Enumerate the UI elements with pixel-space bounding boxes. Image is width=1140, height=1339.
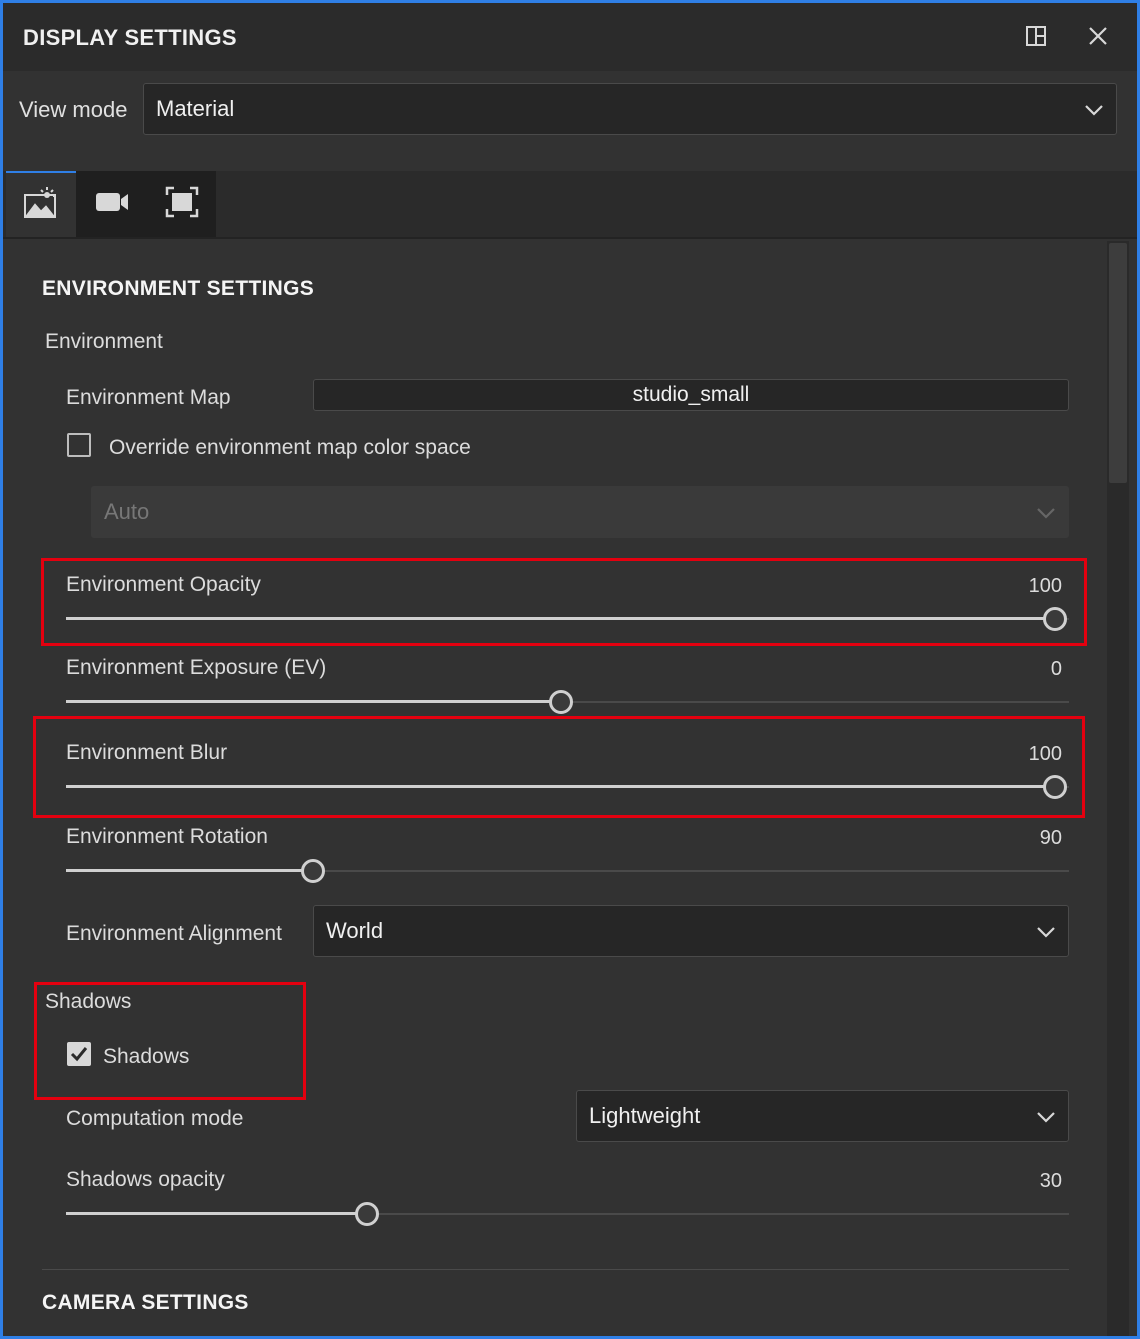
slider-label-blur: Environment Blur — [66, 741, 228, 764]
slider-value-rotation: 90 — [1039, 827, 1062, 849]
override-color-space-label: Override environment map color space — [109, 436, 471, 459]
environment-rotation-slider[interactable] — [66, 856, 1069, 886]
shadows-group-label: Shadows — [45, 990, 132, 1013]
color-space-value: Auto — [104, 499, 150, 524]
close-icon[interactable] — [1083, 21, 1113, 51]
slider-fill — [66, 869, 313, 872]
slider-knob[interactable] — [549, 690, 573, 714]
slider-fill — [66, 617, 1055, 620]
tab-camera[interactable] — [76, 171, 148, 237]
environment-blur-slider[interactable] — [66, 772, 1069, 802]
section-divider — [42, 1269, 1069, 1270]
tab-strip — [3, 171, 1137, 239]
panel-header: DISPLAY SETTINGS — [3, 3, 1137, 71]
view-mode-row: View mode Material — [3, 71, 1137, 171]
view-mode-select[interactable]: Material — [143, 83, 1117, 135]
checkmark-icon — [70, 1047, 88, 1062]
chevron-down-icon — [1036, 499, 1056, 525]
color-space-select[interactable]: Auto — [91, 486, 1069, 538]
environment-alignment-select[interactable]: World — [313, 905, 1069, 957]
image-sparkle-icon — [23, 186, 59, 224]
environment-alignment-value: World — [326, 918, 384, 943]
highlight-box-blur — [33, 716, 1085, 818]
shadows-opacity-slider[interactable] — [66, 1199, 1069, 1229]
environment-alignment-label: Environment Alignment — [66, 922, 282, 945]
fit-frame-icon — [165, 186, 199, 223]
video-camera-icon — [94, 189, 130, 220]
slider-knob[interactable] — [355, 1202, 379, 1226]
computation-mode-label: Computation mode — [66, 1107, 244, 1130]
slider-label-exposure: Environment Exposure (EV) — [66, 656, 327, 679]
chevron-down-icon — [1084, 96, 1104, 122]
shadows-opacity-label: Shadows opacity — [66, 1168, 225, 1191]
slider-fill — [66, 785, 1055, 788]
view-mode-value: Material — [156, 96, 235, 121]
slider-fill — [66, 1212, 367, 1215]
slider-knob[interactable] — [301, 859, 325, 883]
chevron-down-icon — [1036, 1103, 1056, 1129]
view-mode-label: View mode — [19, 97, 128, 122]
override-color-space-checkbox[interactable] — [67, 433, 91, 457]
shadows-opacity-value: 30 — [1039, 1170, 1062, 1192]
environment-exposure-slider[interactable] — [66, 687, 1069, 717]
environment-map-field[interactable]: studio_small — [313, 379, 1069, 411]
shadows-checkbox[interactable] — [67, 1042, 91, 1066]
slider-label-rotation: Environment Rotation — [66, 825, 268, 848]
slider-value-exposure: 0 — [1050, 658, 1062, 680]
scrollbar-thumb[interactable] — [1109, 243, 1127, 483]
tab-environment[interactable] — [6, 171, 76, 237]
environment-group-label: Environment — [45, 330, 163, 353]
slider-value-blur: 100 — [1028, 743, 1062, 765]
panel-title: DISPLAY SETTINGS — [23, 25, 237, 50]
slider-knob[interactable] — [1043, 607, 1067, 631]
computation-mode-select[interactable]: Lightweight — [576, 1090, 1069, 1142]
environment-map-label: Environment Map — [66, 386, 231, 409]
computation-mode-value: Lightweight — [589, 1103, 701, 1128]
environment-settings-heading: ENVIRONMENT SETTINGS — [42, 277, 315, 300]
slider-value-opacity: 100 — [1028, 575, 1062, 597]
tab-frame[interactable] — [148, 171, 216, 237]
slider-fill — [66, 700, 561, 703]
dock-layout-icon[interactable] — [1021, 21, 1051, 51]
camera-settings-heading: CAMERA SETTINGS — [42, 1291, 249, 1314]
shadows-checkbox-label: Shadows — [103, 1045, 190, 1068]
chevron-down-icon — [1036, 918, 1056, 944]
display-settings-panel: DISPLAY SETTINGS View mode Material ENVI… — [0, 0, 1140, 1339]
slider-label-opacity: Environment Opacity — [66, 573, 261, 596]
environment-opacity-slider[interactable] — [66, 604, 1069, 634]
slider-knob[interactable] — [1043, 775, 1067, 799]
